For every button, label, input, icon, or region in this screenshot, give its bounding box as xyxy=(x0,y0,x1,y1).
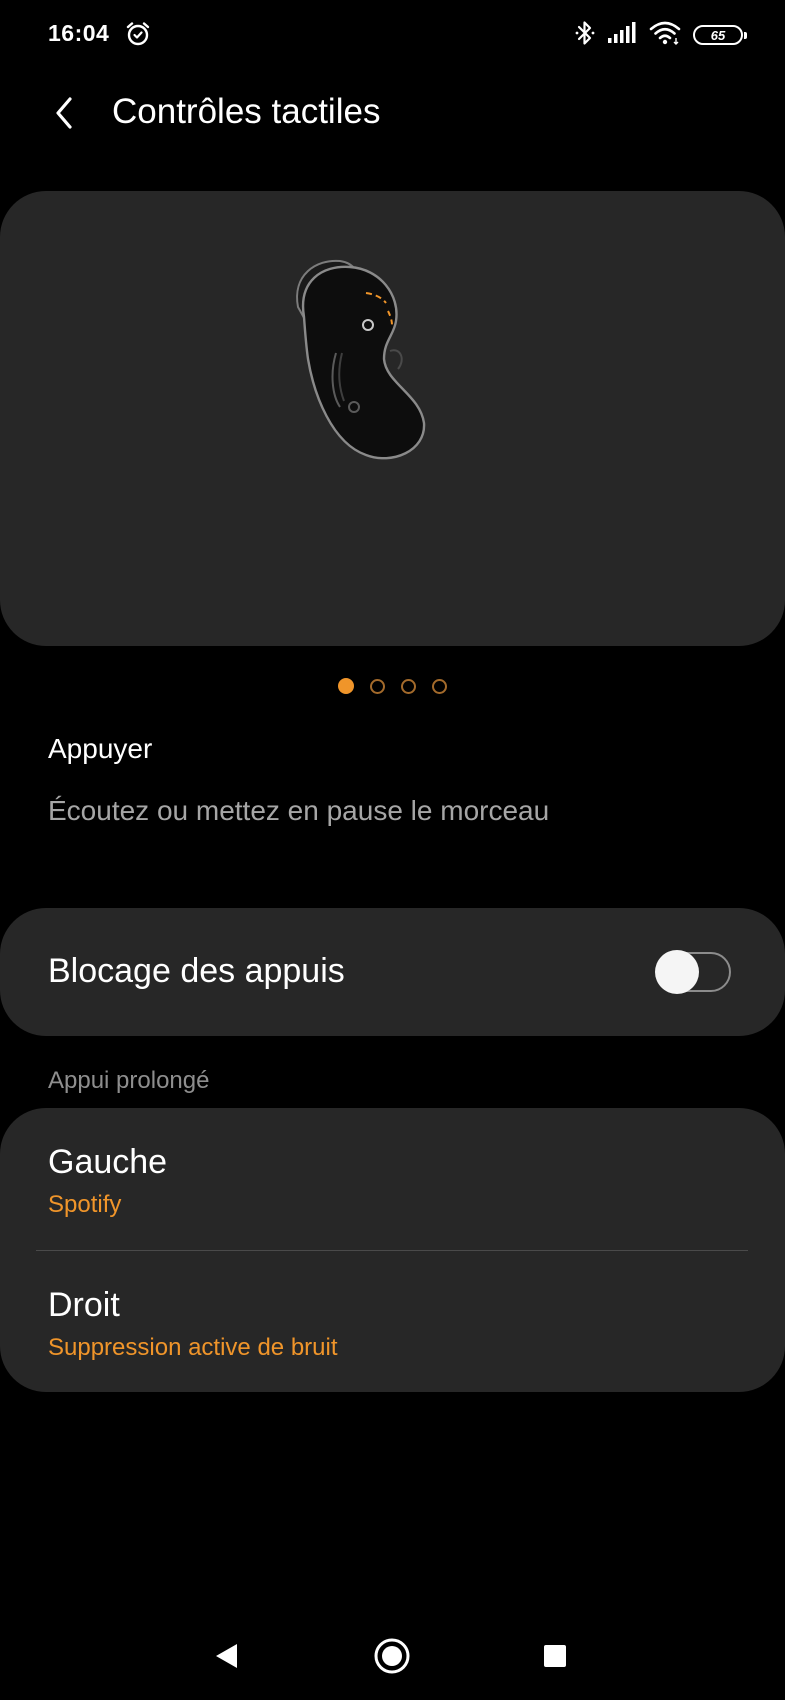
gesture-title: Appuyer xyxy=(48,733,153,764)
pager-dot-1[interactable] xyxy=(338,678,354,694)
chevron-left-icon xyxy=(56,97,72,129)
pager-dot-2[interactable] xyxy=(370,678,385,694)
long-press-right-value: Suppression active de bruit xyxy=(48,1334,338,1361)
pager-dot-3[interactable] xyxy=(401,678,416,694)
page-title: Contrôles tactiles xyxy=(112,92,381,131)
nav-back-button[interactable] xyxy=(199,1628,255,1684)
gesture-description: Écoutez ou mettez en pause le morceau xyxy=(48,795,550,826)
back-button[interactable] xyxy=(38,86,92,140)
touch-lock-label: Blocage des appuis xyxy=(48,952,345,990)
signal-icon xyxy=(607,21,637,50)
status-bar: 16:04 65 xyxy=(0,0,785,70)
nav-recents-icon xyxy=(544,1645,566,1667)
nav-home-icon xyxy=(374,1638,410,1674)
nav-home-button[interactable] xyxy=(364,1628,420,1684)
pager-dot-4[interactable] xyxy=(432,678,447,694)
carousel-pager xyxy=(0,676,785,696)
app-header: Contrôles tactiles xyxy=(0,80,785,146)
nav-recents-button[interactable] xyxy=(527,1628,583,1684)
touch-lock-row[interactable]: Blocage des appuis xyxy=(0,908,785,1036)
battery-level: 65 xyxy=(710,27,726,43)
touch-lock-switch[interactable] xyxy=(655,950,731,994)
nav-back-icon xyxy=(216,1644,237,1668)
long-press-left-value: Spotify xyxy=(48,1191,122,1218)
system-nav-bar xyxy=(0,1610,785,1700)
long-press-right-item[interactable]: Droit Suppression active de bruit xyxy=(0,1251,785,1391)
switch-knob xyxy=(655,950,699,994)
status-icons: 65 xyxy=(575,18,747,52)
bluetooth-icon xyxy=(575,19,595,52)
long-press-section-title: Appui prolongé xyxy=(48,1067,210,1094)
wifi-icon xyxy=(649,20,681,51)
alarm-icon xyxy=(124,20,152,48)
status-time: 16:04 xyxy=(48,20,110,46)
long-press-left-title: Gauche xyxy=(48,1143,168,1181)
battery-icon: 65 xyxy=(693,25,747,45)
long-press-left-item[interactable]: Gauche Spotify xyxy=(0,1108,785,1248)
long-press-card: Gauche Spotify Droit Suppression active … xyxy=(0,1108,785,1392)
earbud-illustration xyxy=(296,259,426,460)
long-press-right-title: Droit xyxy=(48,1286,120,1324)
